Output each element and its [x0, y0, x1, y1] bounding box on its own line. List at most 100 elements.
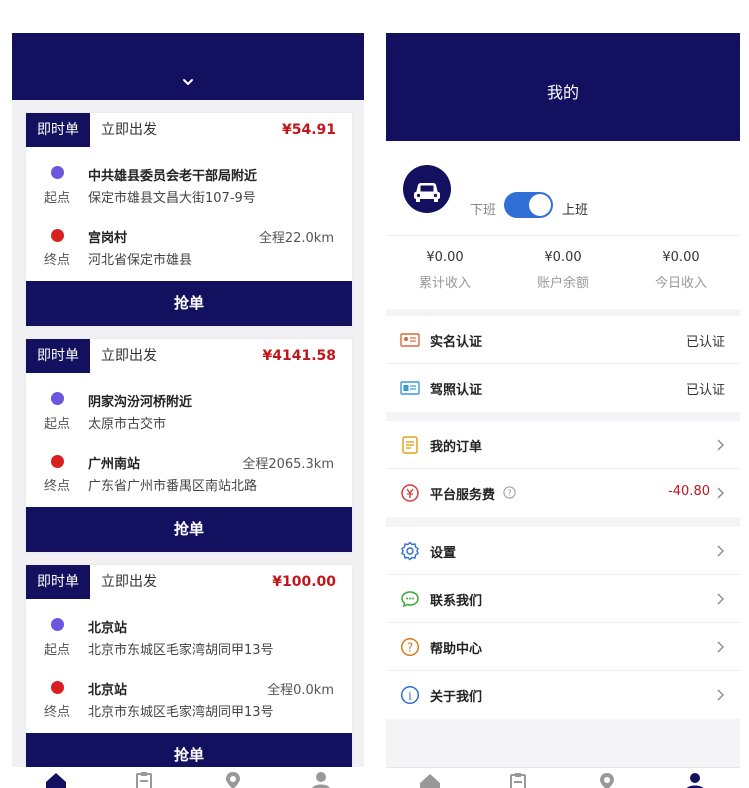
order-list-screen: 即时单 立即出发 ¥54.91 中共雄县委员会老干部局附近 起点 保定市雄县文昌…	[12, 33, 364, 788]
verification-group: 实名认证 已认证 驾照认证 已认证	[386, 316, 740, 412]
svg-text:i: i	[408, 690, 412, 703]
end-name: 宫岗村	[88, 231, 128, 246]
menu-item-real-name[interactable]: 实名认证 已认证	[386, 316, 740, 364]
trip-distance: 全程0.0km	[267, 683, 334, 698]
stat-value: ¥0.00	[544, 250, 582, 265]
menu-item-driver-license[interactable]: 驾照认证 已认证	[386, 364, 740, 412]
start-label: 起点	[44, 191, 71, 206]
start-address: 太原市古交市	[88, 417, 167, 432]
bottom-nav	[12, 767, 364, 788]
person-icon[interactable]	[310, 771, 332, 788]
service-fee-value: -40.80	[668, 484, 710, 499]
chevron-right-icon	[717, 439, 724, 451]
trip-distance: 全程22.0km	[258, 231, 334, 246]
stat-today-income: ¥0.00 今日收入	[622, 250, 740, 291]
stat-total-income: ¥0.00 累计收入	[386, 250, 504, 291]
grab-order-button[interactable]: 抢单	[26, 507, 352, 552]
menu-item-label: 帮助中心	[430, 642, 483, 657]
order-price: ¥4141.58	[262, 348, 336, 364]
stat-label: 累计收入	[418, 276, 471, 291]
end-label: 终点	[44, 253, 71, 268]
depart-time: 立即出发	[101, 348, 157, 364]
end-name: 北京站	[88, 683, 128, 698]
start-name: 北京站	[88, 621, 128, 636]
clipboard-icon[interactable]	[133, 771, 155, 788]
order-card: 即时单 立即出发 ¥54.91 中共雄县委员会老干部局附近 起点 保定市雄县文昌…	[26, 113, 352, 326]
on-duty-label: 上班	[562, 203, 589, 218]
menu-item-label: 平台服务费	[430, 488, 496, 503]
grab-order-button[interactable]: 抢单	[26, 281, 352, 326]
top-bar	[12, 33, 364, 100]
card-header: 即时单 立即出发 ¥54.91	[26, 113, 352, 147]
trip-distance: 全程2065.3km	[242, 457, 334, 472]
start-name: 阴家沟汾河桥附近	[88, 395, 193, 410]
end-address: 河北省保定市雄县	[88, 253, 193, 268]
end-name: 广州南站	[88, 457, 141, 472]
top-bar: 我的	[386, 33, 740, 141]
bottom-nav	[386, 767, 740, 788]
avatar	[403, 165, 451, 213]
info-icon: i	[400, 685, 420, 705]
menu-item-help-center[interactable]: ? 帮助中心	[386, 623, 740, 671]
end-address: 北京市东城区毛家湾胡同甲13号	[88, 705, 274, 720]
help-icon: ?	[400, 637, 420, 657]
menu-item-label: 关于我们	[430, 690, 483, 705]
stat-value: ¥0.00	[426, 250, 464, 265]
card-header: 即时单 立即出发 ¥100.00	[26, 565, 352, 599]
clipboard-icon[interactable]	[507, 772, 529, 788]
menu-item-label: 设置	[430, 546, 457, 561]
earnings-stats: ¥0.00 累计收入 ¥0.00 账户余额 ¥0.00 今日收入	[386, 235, 740, 309]
gear-icon	[401, 541, 419, 561]
start-dot-icon	[51, 392, 64, 405]
menu-item-label: 驾照认证	[430, 383, 483, 398]
order-card: 即时单 立即出发 ¥100.00 北京站 起点 北京市东城区毛家湾胡同甲13号 …	[26, 565, 352, 778]
start-label: 起点	[44, 417, 71, 432]
page-title: 我的	[546, 83, 579, 102]
menu-item-about-us[interactable]: i 关于我们	[386, 671, 740, 719]
end-label: 终点	[44, 705, 71, 720]
depart-time: 立即出发	[101, 122, 157, 138]
chevron-right-icon	[717, 689, 724, 701]
start-address: 保定市雄县文昌大街107-9号	[88, 191, 256, 206]
start-dot-icon	[51, 166, 64, 179]
profile-card: 下班 上班	[386, 141, 740, 235]
chevron-down-icon[interactable]	[182, 77, 194, 87]
menu-item-label: 实名认证	[430, 335, 483, 350]
end-address: 广东省广州市番禺区南站北路	[88, 479, 258, 494]
orders-group: 我的订单 平台服务费 ? -40.80	[386, 421, 740, 517]
svg-text:?: ?	[407, 641, 413, 655]
chevron-right-icon	[717, 641, 724, 653]
id-card-icon	[400, 333, 420, 347]
end-label: 终点	[44, 479, 71, 494]
menu-item-contact-us[interactable]: 联系我们	[386, 575, 740, 623]
menu-item-label: 联系我们	[430, 594, 483, 609]
toggle-knob	[529, 194, 551, 216]
menu-item-service-fee[interactable]: 平台服务费 ? -40.80	[386, 469, 740, 517]
chevron-right-icon	[717, 593, 724, 605]
order-type-badge: 即时单	[26, 113, 90, 147]
location-pin-icon[interactable]	[596, 772, 618, 788]
location-pin-icon[interactable]	[222, 771, 244, 788]
question-circle-icon[interactable]: ?	[503, 486, 516, 499]
stat-value: ¥0.00	[662, 250, 700, 265]
person-icon[interactable]	[684, 772, 706, 788]
profile-screen: 我的 下班 上班 ¥0.00 累计收入 ¥0.00 账户余额 ¥0.00 今日收…	[386, 33, 740, 788]
car-icon	[414, 183, 440, 202]
menu-item-settings[interactable]: 设置	[386, 527, 740, 575]
duty-toggle[interactable]	[504, 192, 553, 218]
order-type-badge: 即时单	[26, 339, 90, 373]
chevron-right-icon	[717, 487, 724, 499]
svg-text:?: ?	[507, 489, 511, 498]
order-card: 即时单 立即出发 ¥4141.58 阴家沟汾河桥附近 起点 太原市古交市 广州南…	[26, 339, 352, 552]
menu-item-label: 我的订单	[430, 440, 483, 455]
license-icon	[400, 381, 420, 395]
end-dot-icon	[51, 229, 64, 242]
menu-item-my-orders[interactable]: 我的订单	[386, 421, 740, 469]
order-price: ¥54.91	[281, 122, 336, 138]
home-icon[interactable]	[45, 771, 67, 788]
start-label: 起点	[44, 643, 71, 658]
chat-icon	[401, 591, 419, 608]
verify-status: 已认证	[685, 383, 725, 398]
order-type-badge: 即时单	[26, 565, 90, 599]
home-icon[interactable]	[419, 772, 441, 788]
